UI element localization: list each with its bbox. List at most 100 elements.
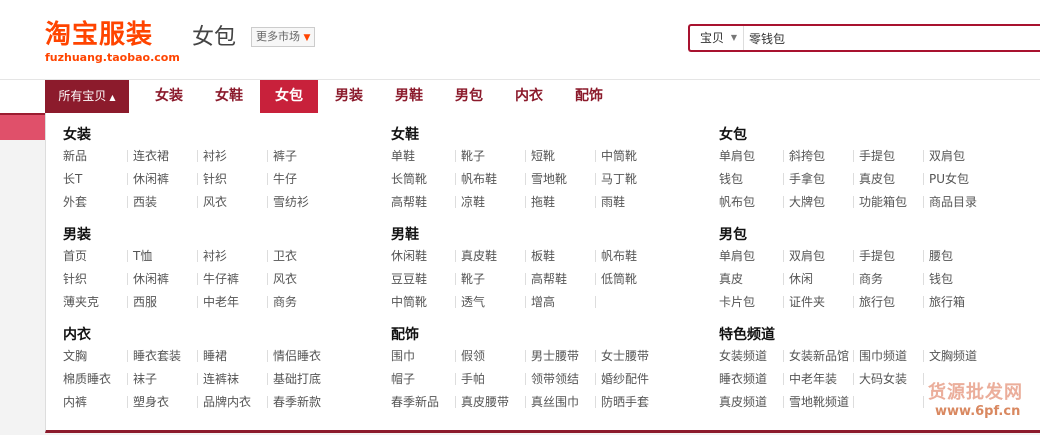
category-link[interactable]: 休闲裤 xyxy=(133,171,169,187)
category-link[interactable]: 女士腰带 xyxy=(601,348,649,364)
category-link[interactable]: 雨鞋 xyxy=(601,194,625,210)
all-items-menu-button[interactable]: 所有宝贝 ▲ xyxy=(45,80,129,113)
section-title[interactable]: 女装 xyxy=(63,125,91,145)
category-link[interactable]: 文胸 xyxy=(63,348,87,364)
category-link[interactable]: 长筒靴 xyxy=(391,171,427,187)
category-link[interactable]: 增高 xyxy=(531,294,555,310)
category-link[interactable]: 帆布包 xyxy=(719,194,755,210)
category-link[interactable]: 西服 xyxy=(133,294,157,310)
category-link[interactable]: T恤 xyxy=(133,248,152,264)
category-link[interactable]: 单肩包 xyxy=(719,248,755,264)
section-title[interactable]: 配饰 xyxy=(391,325,419,345)
category-link[interactable]: 腰包 xyxy=(929,248,953,264)
taobao-clothing-logo[interactable]: 淘宝服装 fuzhuang.taobao.com xyxy=(45,20,180,64)
category-link[interactable]: 连裤袜 xyxy=(203,371,239,387)
category-link[interactable]: 围巾 xyxy=(391,348,415,364)
section-title[interactable]: 男鞋 xyxy=(391,225,419,245)
category-link[interactable]: 中老年 xyxy=(203,294,239,310)
section-title[interactable]: 男包 xyxy=(719,225,747,245)
category-link[interactable]: 中筒靴 xyxy=(391,294,427,310)
category-link[interactable]: 袜子 xyxy=(133,371,157,387)
category-link[interactable]: 卫衣 xyxy=(273,248,297,264)
category-link[interactable]: PU女包 xyxy=(929,171,969,187)
category-link[interactable]: 真皮鞋 xyxy=(461,248,497,264)
category-link[interactable]: 男士腰带 xyxy=(531,348,579,364)
category-link[interactable]: 雪地靴 xyxy=(531,171,567,187)
category-link[interactable]: 透气 xyxy=(461,294,485,310)
nav-item-mens-clothing[interactable]: 男装 xyxy=(323,80,375,113)
category-link[interactable]: 睡衣套装 xyxy=(133,348,181,364)
category-link[interactable]: 大牌包 xyxy=(789,194,825,210)
category-link[interactable]: 裤子 xyxy=(273,148,297,164)
category-link[interactable]: 手提包 xyxy=(859,148,895,164)
nav-item-mens-shoes[interactable]: 男鞋 xyxy=(383,80,435,113)
category-link[interactable]: 内裤 xyxy=(63,394,87,410)
category-link[interactable]: 牛仔 xyxy=(273,171,297,187)
category-link[interactable]: 钱包 xyxy=(719,171,743,187)
category-link[interactable]: 双肩包 xyxy=(929,148,965,164)
category-link[interactable]: 基础打底 xyxy=(273,371,321,387)
category-link[interactable]: 春季新品 xyxy=(391,394,439,410)
category-link[interactable]: 睡衣频道 xyxy=(719,371,767,387)
section-title[interactable]: 内衣 xyxy=(63,325,91,345)
category-link[interactable]: 高帮鞋 xyxy=(531,271,567,287)
category-link[interactable]: 凉鞋 xyxy=(461,194,485,210)
nav-item-womens-clothing[interactable]: 女装 xyxy=(143,80,195,113)
category-link[interactable]: 证件夹 xyxy=(789,294,825,310)
category-link[interactable]: 真皮包 xyxy=(859,171,895,187)
category-link[interactable]: 单鞋 xyxy=(391,148,415,164)
category-link[interactable]: 板鞋 xyxy=(531,248,555,264)
search-input[interactable] xyxy=(747,26,1027,50)
category-link[interactable]: 围巾频道 xyxy=(859,348,907,364)
nav-item-womens-bags[interactable]: 女包 xyxy=(260,80,318,113)
category-link[interactable]: 双肩包 xyxy=(789,248,825,264)
category-link[interactable]: 针织 xyxy=(203,171,227,187)
category-link[interactable]: 单肩包 xyxy=(719,148,755,164)
category-link[interactable]: 短靴 xyxy=(531,148,555,164)
category-link[interactable]: 首页 xyxy=(63,248,87,264)
category-link[interactable]: 睡裙 xyxy=(203,348,227,364)
category-link[interactable]: 马丁靴 xyxy=(601,171,637,187)
category-link[interactable]: 风衣 xyxy=(203,194,227,210)
category-link[interactable]: 新品 xyxy=(63,148,87,164)
section-title[interactable]: 女鞋 xyxy=(391,125,419,145)
category-link[interactable]: 春季新款 xyxy=(273,394,321,410)
category-link[interactable]: 斜挎包 xyxy=(789,148,825,164)
category-link[interactable]: 真皮腰带 xyxy=(461,394,509,410)
category-link[interactable]: 长T xyxy=(63,171,82,187)
section-title[interactable]: 特色频道 xyxy=(719,325,775,345)
category-link[interactable]: 中筒靴 xyxy=(601,148,637,164)
category-link[interactable]: 旅行箱 xyxy=(929,294,965,310)
category-link[interactable]: 真皮频道 xyxy=(719,394,767,410)
logo-text[interactable]: 淘宝服装 xyxy=(45,20,153,50)
section-title[interactable]: 女包 xyxy=(719,125,747,145)
category-link[interactable]: 手拿包 xyxy=(789,171,825,187)
category-link[interactable]: 休闲 xyxy=(789,271,813,287)
category-link[interactable]: 高帮鞋 xyxy=(391,194,427,210)
category-link[interactable]: 女装新品馆 xyxy=(789,348,849,364)
category-link[interactable]: 商务 xyxy=(273,294,297,310)
category-link[interactable]: 真丝围巾 xyxy=(531,394,579,410)
category-link[interactable]: 功能箱包 xyxy=(859,194,907,210)
category-link[interactable]: 女装频道 xyxy=(719,348,767,364)
category-link[interactable]: 防晒手套 xyxy=(601,394,649,410)
category-link[interactable]: 风衣 xyxy=(273,271,297,287)
category-link[interactable]: 旅行包 xyxy=(859,294,895,310)
category-link[interactable]: 领带领结 xyxy=(531,371,579,387)
category-link[interactable]: 针织 xyxy=(63,271,87,287)
category-link[interactable]: 品牌内衣 xyxy=(203,394,251,410)
category-link[interactable]: 休闲裤 xyxy=(133,271,169,287)
category-link[interactable]: 钱包 xyxy=(929,271,953,287)
category-link[interactable]: 西装 xyxy=(133,194,157,210)
category-link[interactable]: 情侣睡衣 xyxy=(273,348,321,364)
section-title[interactable]: 男装 xyxy=(63,225,91,245)
category-link[interactable]: 连衣裙 xyxy=(133,148,169,164)
category-link[interactable]: 衬衫 xyxy=(203,248,227,264)
category-link[interactable]: 手提包 xyxy=(859,248,895,264)
search-type-select[interactable]: 宝贝 ▼ xyxy=(690,26,744,50)
category-link[interactable]: 雪纺衫 xyxy=(273,194,309,210)
logo-url[interactable]: fuzhuang.taobao.com xyxy=(45,51,180,64)
category-link[interactable]: 帆布鞋 xyxy=(601,248,637,264)
category-link[interactable]: 卡片包 xyxy=(719,294,755,310)
category-link[interactable]: 拖鞋 xyxy=(531,194,555,210)
